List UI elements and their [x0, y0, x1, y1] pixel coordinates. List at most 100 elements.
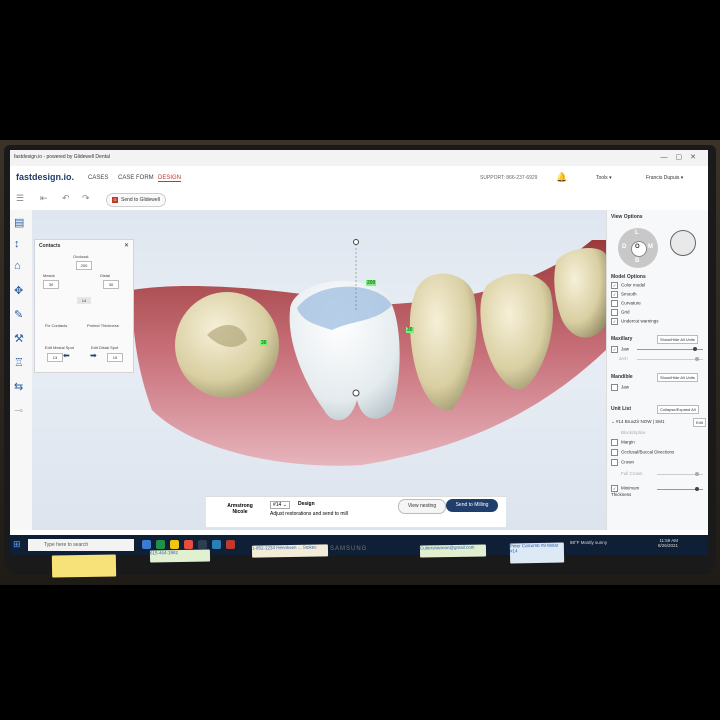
arrow-right-icon[interactable]: ➡: [90, 351, 97, 360]
view-orientation-dial[interactable]: L D O M B: [618, 228, 658, 268]
contacts-panel: Contacts ✕ Occlusal 200 Mesial 30 Distal…: [34, 239, 134, 373]
perspective-toggle-icon[interactable]: [670, 230, 696, 256]
arrow-left-icon[interactable]: ⬅: [63, 351, 70, 360]
skip-back-icon[interactable]: ⇤: [40, 193, 48, 204]
dial-buccal[interactable]: B: [635, 258, 639, 264]
mandible-jaw[interactable]: Jaw: [611, 384, 629, 391]
window-controls[interactable]: —▢✕: [661, 153, 704, 161]
window-title: fastdesign.io - powered by Glidewell Den…: [14, 154, 110, 160]
sticky-note-1: [51, 554, 117, 578]
dial-lingual[interactable]: L: [635, 230, 639, 236]
windows-start-icon[interactable]: ⊞: [13, 539, 21, 550]
list-icon[interactable]: ☰: [16, 193, 24, 204]
checkbox[interactable]: ✓: [611, 282, 618, 289]
checkbox[interactable]: ✓: [611, 291, 618, 298]
option-label: Jaw: [621, 346, 630, 352]
mesial-spot-field[interactable]: 13: [47, 353, 63, 362]
maxillary-arch-slider[interactable]: [637, 357, 703, 361]
edit-distal-label[interactable]: Edit Distal Spot: [91, 345, 118, 350]
mesial-field[interactable]: 30: [43, 280, 59, 289]
unit-item-crown[interactable]: Crown: [611, 459, 634, 466]
mesial-label: Mesial: [43, 273, 55, 278]
model-option-smooth[interactable]: ✓ Smooth: [611, 291, 637, 298]
measure-icon[interactable]: ⇆: [14, 380, 23, 393]
unit-item-directions[interactable]: Occlusal/Buccal Directions: [611, 449, 674, 456]
rotation-handle[interactable]: [353, 239, 359, 245]
checkbox[interactable]: ✓: [611, 485, 618, 492]
zoom-icon[interactable]: [212, 540, 221, 549]
maxillary-show-hide-button[interactable]: Show/Hide All Units: [657, 335, 698, 344]
dial-mesial[interactable]: M: [648, 244, 653, 250]
send-to-milling-button[interactable]: Send to Milling: [446, 499, 498, 512]
checkbox[interactable]: [611, 309, 618, 316]
checkbox[interactable]: [611, 439, 618, 446]
tab-design[interactable]: DESIGN: [158, 175, 182, 182]
slider-knob[interactable]: [693, 347, 697, 351]
bell-icon[interactable]: 🔔: [556, 172, 567, 183]
collapse-expand-button[interactable]: Collapse/Expand All: [657, 405, 699, 414]
checkbox[interactable]: ✓: [611, 346, 618, 353]
checkbox[interactable]: [611, 300, 618, 307]
redo-icon[interactable]: ↷: [82, 193, 90, 204]
move-icon[interactable]: ✥: [14, 284, 23, 297]
checkbox[interactable]: [611, 459, 618, 466]
mandible-show-hide-button[interactable]: Show/Hide All Units: [657, 373, 698, 382]
tab-cases[interactable]: CASES: [88, 175, 108, 181]
dial-occlusal[interactable]: O: [635, 244, 640, 250]
occlusal-field[interactable]: 200: [76, 261, 92, 270]
fastdesign-icon[interactable]: [226, 540, 235, 549]
tools-icon[interactable]: ⚒: [14, 332, 24, 345]
checkbox[interactable]: ✓: [611, 318, 618, 325]
full-crown-slider[interactable]: [657, 472, 703, 476]
sticky-note-4: Peter Colcomb #9 Molar #14: [509, 542, 565, 564]
tools-menu[interactable]: Tools ▾: [596, 175, 612, 181]
model-option-grid[interactable]: Grid: [611, 309, 630, 316]
taskbar-clock[interactable]: 11:59 AM 8/26/2021: [658, 538, 678, 548]
crown-handle[interactable]: [352, 389, 360, 397]
distal-field[interactable]: 30: [103, 280, 119, 289]
model-option-curvature[interactable]: Curvature: [611, 300, 641, 307]
split-icon[interactable]: ⊸: [14, 404, 23, 417]
maxillary-jaw[interactable]: ✓ Jaw: [611, 346, 629, 353]
undo-icon[interactable]: ↶: [62, 193, 70, 204]
option-label: Smooth: [621, 291, 637, 297]
checkbox[interactable]: [611, 449, 618, 456]
adjust-icon[interactable]: ↕: [14, 238, 20, 250]
user-menu[interactable]: Francis Dupuis ▾: [646, 175, 683, 181]
protect-thickness-label[interactable]: Protect Thickness: [87, 323, 119, 328]
edge-icon[interactable]: [156, 540, 165, 549]
file-explorer-icon[interactable]: [170, 540, 179, 549]
maxillary-jaw-slider[interactable]: [637, 347, 703, 351]
crown-icon[interactable]: ⌂: [14, 260, 21, 272]
slider-knob[interactable]: [695, 487, 699, 491]
brush-icon[interactable]: ✎: [14, 308, 23, 321]
edit-unit-button[interactable]: Edit: [693, 418, 706, 427]
app-icon[interactable]: [198, 540, 207, 549]
dial-distal[interactable]: D: [622, 244, 626, 250]
task-view-icon[interactable]: [142, 540, 151, 549]
unit-item-full-crown: Full Crown: [621, 471, 643, 476]
tooth-icon[interactable]: ♖: [14, 356, 24, 369]
view-nesting-button[interactable]: View nesting: [398, 499, 446, 514]
weather-status[interactable]: 88°F Mostly sunny: [570, 540, 607, 545]
send-to-glidewell-button[interactable]: G Send to Glidewell: [106, 193, 166, 207]
unit-item-margin[interactable]: Margin: [611, 439, 635, 446]
close-icon[interactable]: ✕: [124, 242, 129, 249]
unit-row[interactable]: ⌄ #14 BruxZir NOW | SM1: [611, 419, 664, 425]
app-logo[interactable]: fastdesign.io.: [16, 172, 74, 182]
edit-mesial-label[interactable]: Edit Mesial Spot: [45, 345, 74, 350]
tooth-library-icon[interactable]: ▤: [14, 216, 24, 229]
checkbox[interactable]: [611, 384, 618, 391]
tab-case-form[interactable]: CASE FORM: [118, 175, 154, 181]
tooth-select[interactable]: #14 ⌄: [270, 501, 290, 509]
taskbar-search-input[interactable]: Type here to search: [28, 539, 134, 551]
distal-spot-field[interactable]: 15: [107, 353, 123, 362]
chrome-icon[interactable]: [184, 540, 193, 549]
model-option-undercut[interactable]: ✓ Undercut warnings: [611, 318, 659, 325]
thickness-slider[interactable]: [657, 487, 703, 491]
slider-knob[interactable]: [695, 472, 699, 476]
fix-contacts-label[interactable]: Fix Contacts: [45, 323, 67, 328]
unit-item-thickness[interactable]: ✓ Minimum Thickness: [611, 485, 651, 497]
model-option-color[interactable]: ✓ Color model: [611, 282, 645, 289]
slider-knob[interactable]: [695, 357, 699, 361]
